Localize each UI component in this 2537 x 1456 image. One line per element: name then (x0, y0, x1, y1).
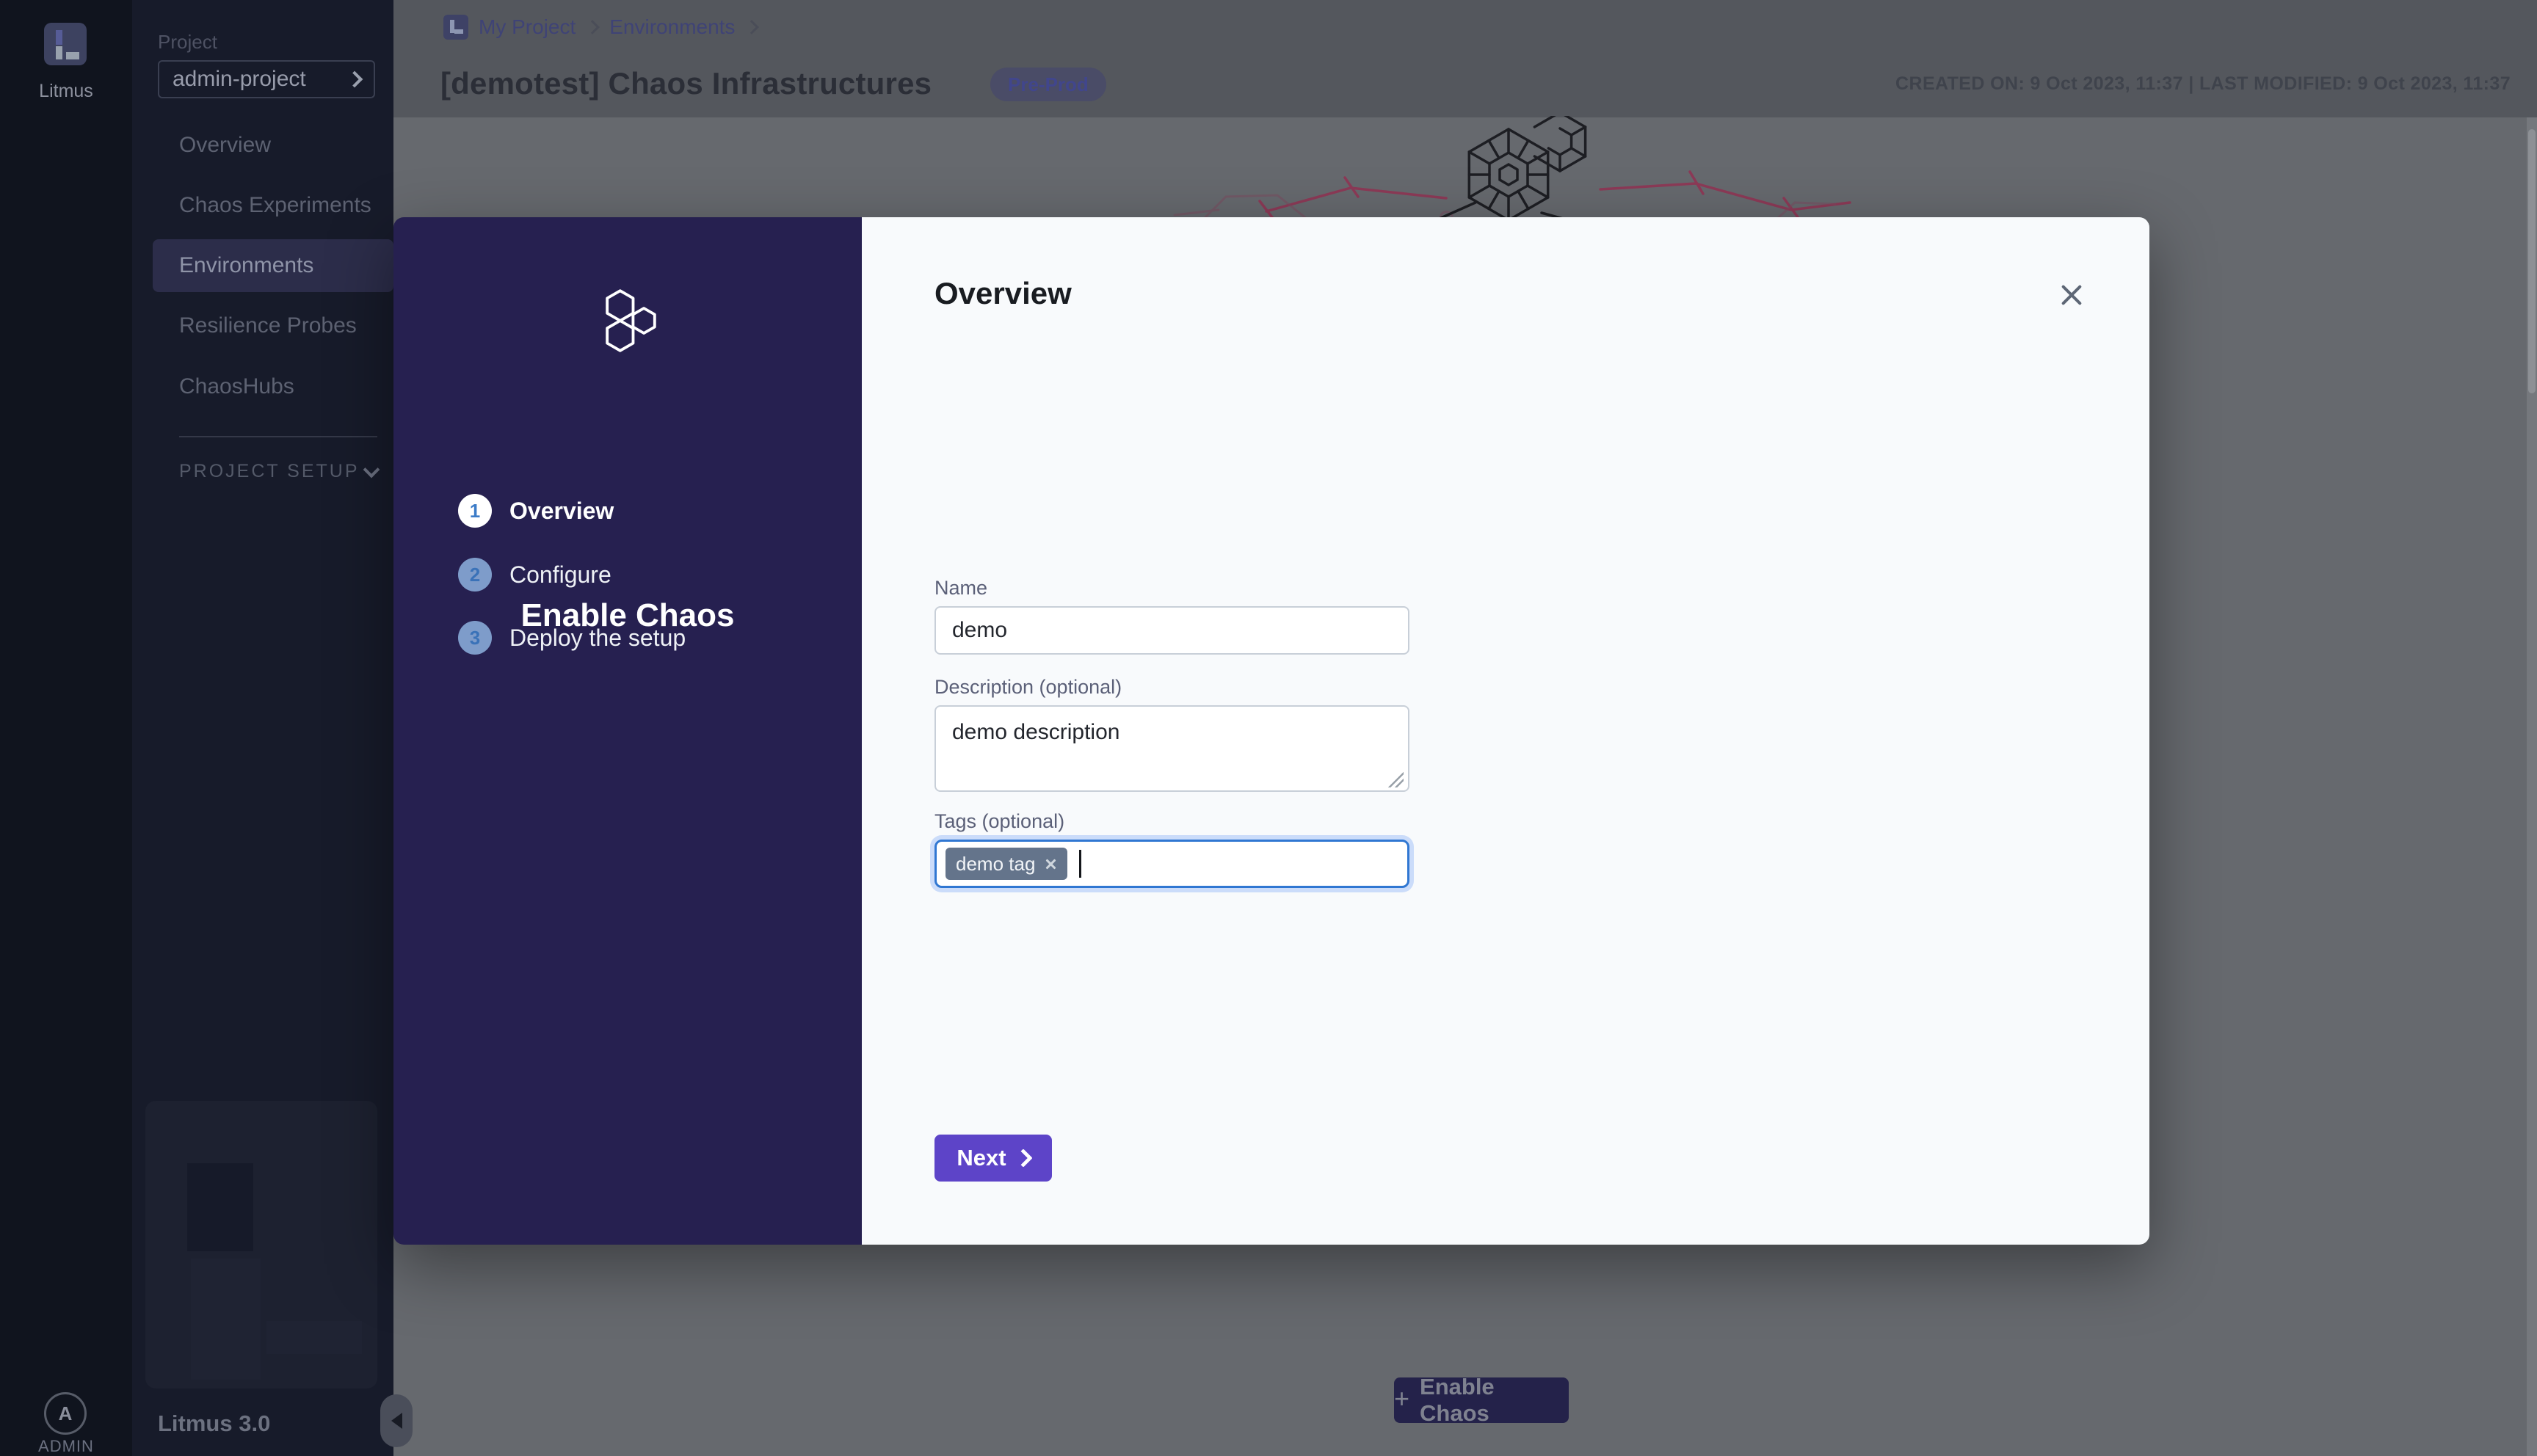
tag-chip-label: demo tag (956, 853, 1035, 876)
page-title: [demotest] Chaos Infrastructures (440, 66, 932, 101)
tags-label: Tags (optional) (934, 810, 1064, 833)
sidebar-collapse-handle[interactable] (380, 1394, 413, 1447)
sidebar: Project admin-project Overview Chaos Exp… (132, 0, 393, 1456)
wizard-step-configure[interactable]: 2 Configure (458, 557, 810, 592)
project-setup-label: PROJECT SETUP (179, 461, 360, 482)
breadcrumb-link-my-project[interactable]: My Project (479, 15, 576, 39)
name-input[interactable] (934, 606, 1409, 655)
name-label: Name (934, 577, 987, 600)
step-number: 3 (458, 621, 492, 655)
scrollbar-thumb[interactable] (2528, 129, 2536, 393)
tags-input[interactable]: demo tag (934, 840, 1409, 888)
wizard-step-overview[interactable]: 1 Overview (458, 493, 810, 528)
step-label: Configure (509, 561, 611, 589)
page-header: My Project Environments [demotest] Chaos… (393, 0, 2537, 117)
step-label: Deploy the setup (509, 625, 686, 652)
step-number: 2 (458, 558, 492, 592)
modal-heading: Overview (934, 276, 1072, 311)
chevron-right-icon (1014, 1149, 1032, 1167)
remove-tag-icon[interactable] (1044, 857, 1057, 870)
chevron-down-icon (363, 461, 380, 478)
step-number: 1 (458, 494, 492, 528)
environment-type-badge: Pre-Prod (990, 68, 1106, 101)
resize-grip-icon[interactable] (1387, 771, 1404, 787)
sidebar-item-environments[interactable]: Environments (153, 239, 393, 292)
project-selector[interactable]: admin-project (158, 60, 375, 98)
breadcrumb: My Project Environments (443, 15, 758, 40)
sidebar-illustration (145, 1101, 377, 1388)
litmus-logo-icon[interactable] (44, 23, 87, 65)
sidebar-rail: Litmus A ADMIN (0, 0, 132, 1456)
description-textarea[interactable]: demo description (934, 705, 1409, 792)
sidebar-divider (179, 436, 377, 437)
created-modified-meta: CREATED ON: 9 Oct 2023, 11:37 | LAST MOD… (1895, 73, 2511, 95)
project-selector-value: admin-project (173, 67, 306, 92)
project-section-label: Project (158, 31, 217, 54)
description-label: Description (optional) (934, 676, 1122, 699)
chevron-right-icon (346, 71, 363, 88)
sidebar-item-chaos-experiments[interactable]: Chaos Experiments (153, 179, 393, 232)
enable-chaos-button-label: Enable Chaos (1420, 1374, 1569, 1427)
tag-chip: demo tag (946, 848, 1067, 880)
sidebar-item-overview[interactable]: Overview (153, 119, 393, 172)
enable-chaos-hexagons-icon (590, 288, 665, 354)
scrollbar-track[interactable] (2527, 117, 2537, 1456)
next-button[interactable]: Next (934, 1135, 1052, 1182)
text-cursor (1079, 850, 1081, 878)
enable-chaos-modal: Enable Chaos 1 Overview 2 Configure 3 De… (393, 217, 2149, 1245)
breadcrumb-link-environments[interactable]: Environments (609, 15, 735, 39)
next-button-label: Next (957, 1145, 1006, 1171)
avatar-caption: ADMIN (0, 1437, 132, 1456)
close-icon (2058, 282, 2085, 308)
chevron-right-icon (585, 20, 600, 34)
chaos-graph-illustration (1130, 116, 1865, 226)
step-label: Overview (509, 498, 614, 525)
litmus-mini-logo-icon (443, 15, 468, 40)
brand-label: Litmus (0, 81, 132, 102)
app-stage: My Project Environments [demotest] Chaos… (0, 0, 2537, 1456)
avatar[interactable]: A (44, 1392, 87, 1435)
chevron-right-icon (745, 20, 760, 34)
close-button[interactable] (2051, 274, 2092, 316)
collapse-left-icon (391, 1413, 402, 1429)
wizard-step-deploy[interactable]: 3 Deploy the setup (458, 620, 810, 655)
enable-chaos-button[interactable]: + Enable Chaos (1394, 1377, 1569, 1423)
plus-icon: + (1394, 1386, 1409, 1412)
project-setup-section[interactable]: PROJECT SETUP (179, 461, 377, 482)
sidebar-item-chaoshubs[interactable]: ChaosHubs (153, 360, 393, 413)
modal-body: Overview Name Description (optional) dem… (862, 217, 2149, 1245)
sidebar-item-resilience-probes[interactable]: Resilience Probes (153, 299, 393, 352)
version-label: Litmus 3.0 (158, 1410, 270, 1437)
wizard-panel: Enable Chaos 1 Overview 2 Configure 3 De… (393, 217, 862, 1245)
